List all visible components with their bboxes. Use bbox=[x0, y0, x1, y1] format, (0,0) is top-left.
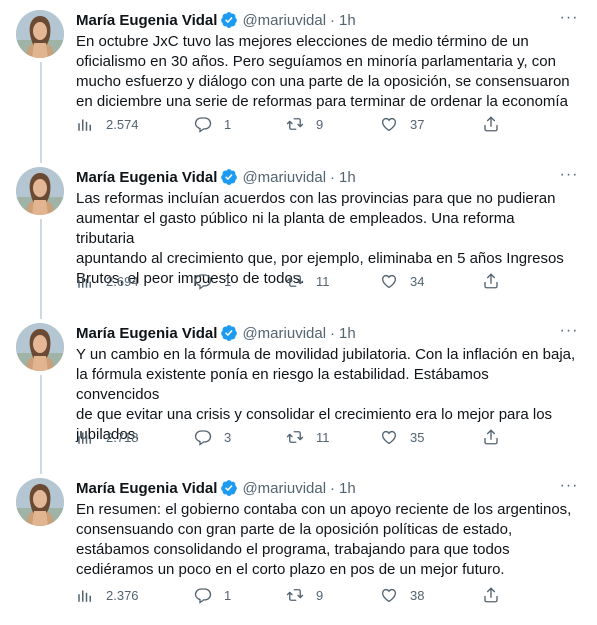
views-count: 2.718 bbox=[106, 429, 139, 445]
retweet-button[interactable]: 9 bbox=[286, 114, 323, 134]
tweet-header: María Eugenia Vidal @mariuvidal · 1h bbox=[76, 478, 356, 498]
retweets-count: 9 bbox=[316, 587, 324, 603]
share-button[interactable] bbox=[482, 585, 500, 605]
more-options-icon[interactable]: ··· bbox=[557, 163, 581, 187]
author-handle[interactable]: @mariuvidal bbox=[242, 325, 326, 342]
separator-dot: · bbox=[330, 479, 336, 497]
speech-bubble-icon bbox=[194, 272, 212, 290]
likes-count: 35 bbox=[410, 429, 425, 445]
likes-count: 34 bbox=[410, 273, 425, 289]
retweet-button[interactable]: 11 bbox=[286, 427, 330, 447]
tweet-timestamp[interactable]: 1h bbox=[339, 325, 356, 342]
author-name[interactable]: María Eugenia Vidal bbox=[76, 325, 217, 342]
tweet-actions: 2.376 1 9 38 bbox=[76, 585, 506, 605]
views-button[interactable]: 2.718 bbox=[76, 427, 139, 447]
tweet-header: María Eugenia Vidal @mariuvidal · 1h bbox=[76, 167, 356, 187]
retweet-icon bbox=[286, 115, 304, 133]
replies-count: 1 bbox=[224, 587, 232, 603]
heart-icon bbox=[380, 272, 398, 290]
tweet-text: En octubre JxC tuvo las mejores eleccion… bbox=[76, 33, 570, 110]
likes-count: 37 bbox=[410, 116, 425, 132]
author-name[interactable]: María Eugenia Vidal bbox=[76, 480, 217, 497]
share-icon bbox=[482, 115, 500, 133]
tweet[interactable]: María Eugenia Vidal @mariuvidal · 1h ··· Las… bbox=[0, 157, 597, 313]
like-button[interactable]: 37 bbox=[380, 114, 424, 134]
avatar[interactable] bbox=[16, 167, 64, 215]
verified-badge-icon bbox=[220, 11, 238, 29]
retweet-icon bbox=[286, 428, 304, 446]
speech-bubble-icon bbox=[194, 115, 212, 133]
like-button[interactable]: 38 bbox=[380, 585, 424, 605]
reply-button[interactable]: 1 bbox=[194, 271, 231, 291]
author-name[interactable]: María Eugenia Vidal bbox=[76, 12, 217, 29]
bar-chart-icon bbox=[76, 586, 94, 604]
reply-button[interactable]: 1 bbox=[194, 585, 231, 605]
retweet-button[interactable]: 11 bbox=[286, 271, 330, 291]
like-button[interactable]: 34 bbox=[380, 271, 424, 291]
separator-dot: · bbox=[330, 168, 336, 186]
share-icon bbox=[482, 586, 500, 604]
more-options-icon[interactable]: ··· bbox=[557, 474, 581, 498]
speech-bubble-icon bbox=[194, 428, 212, 446]
heart-icon bbox=[380, 428, 398, 446]
bar-chart-icon bbox=[76, 428, 94, 446]
views-button[interactable]: 2.376 bbox=[76, 585, 139, 605]
tweet-header: María Eugenia Vidal @mariuvidal · 1h bbox=[76, 10, 356, 30]
separator-dot: · bbox=[330, 11, 336, 29]
share-button[interactable] bbox=[482, 114, 500, 134]
tweet-header: María Eugenia Vidal @mariuvidal · 1h bbox=[76, 323, 356, 343]
views-button[interactable]: 2.694 bbox=[76, 271, 139, 291]
avatar[interactable] bbox=[16, 323, 64, 371]
retweets-count: 11 bbox=[316, 429, 330, 445]
bar-chart-icon bbox=[76, 272, 94, 290]
replies-count: 1 bbox=[224, 273, 232, 289]
retweet-icon bbox=[286, 586, 304, 604]
verified-badge-icon bbox=[220, 479, 238, 497]
views-count: 2.694 bbox=[106, 273, 139, 289]
avatar[interactable] bbox=[16, 478, 64, 526]
retweets-count: 9 bbox=[316, 116, 324, 132]
tweet-actions: 2.694 1 11 34 bbox=[76, 271, 506, 291]
share-button[interactable] bbox=[482, 427, 500, 447]
like-button[interactable]: 35 bbox=[380, 427, 424, 447]
tweet[interactable]: María Eugenia Vidal @mariuvidal · 1h ··· En … bbox=[0, 468, 597, 625]
more-options-icon[interactable]: ··· bbox=[557, 319, 581, 343]
views-button[interactable]: 2.574 bbox=[76, 114, 139, 134]
speech-bubble-icon bbox=[194, 586, 212, 604]
author-handle[interactable]: @mariuvidal bbox=[242, 12, 326, 29]
share-icon bbox=[482, 272, 500, 290]
share-button[interactable] bbox=[482, 271, 500, 291]
tweet[interactable]: María Eugenia Vidal @mariuvidal · 1h ··· En … bbox=[0, 0, 597, 157]
author-name[interactable]: María Eugenia Vidal bbox=[76, 169, 217, 186]
tweet-actions: 2.574 1 9 37 bbox=[76, 114, 506, 134]
reply-button[interactable]: 3 bbox=[194, 427, 231, 447]
retweets-count: 11 bbox=[316, 273, 330, 289]
heart-icon bbox=[380, 586, 398, 604]
replies-count: 1 bbox=[224, 116, 232, 132]
views-count: 2.574 bbox=[106, 116, 139, 132]
tweet-timestamp[interactable]: 1h bbox=[339, 169, 356, 186]
bar-chart-icon bbox=[76, 115, 94, 133]
reply-button[interactable]: 1 bbox=[194, 114, 231, 134]
retweet-button[interactable]: 9 bbox=[286, 585, 323, 605]
tweet-text: En resumen: el gobierno contaba con un a… bbox=[76, 501, 572, 578]
verified-badge-icon bbox=[220, 324, 238, 342]
replies-count: 3 bbox=[224, 429, 232, 445]
tweet-timestamp[interactable]: 1h bbox=[339, 12, 356, 29]
heart-icon bbox=[380, 115, 398, 133]
verified-badge-icon bbox=[220, 168, 238, 186]
separator-dot: · bbox=[330, 324, 336, 342]
tweet-actions: 2.718 3 11 35 bbox=[76, 427, 506, 447]
share-icon bbox=[482, 428, 500, 446]
likes-count: 38 bbox=[410, 587, 425, 603]
tweet[interactable]: María Eugenia Vidal @mariuvidal · 1h ··· Y u… bbox=[0, 313, 597, 468]
views-count: 2.376 bbox=[106, 587, 139, 603]
tweet-timestamp[interactable]: 1h bbox=[339, 480, 356, 497]
avatar[interactable] bbox=[16, 10, 64, 58]
author-handle[interactable]: @mariuvidal bbox=[242, 169, 326, 186]
more-options-icon[interactable]: ··· bbox=[557, 6, 581, 30]
retweet-icon bbox=[286, 272, 304, 290]
author-handle[interactable]: @mariuvidal bbox=[242, 480, 326, 497]
